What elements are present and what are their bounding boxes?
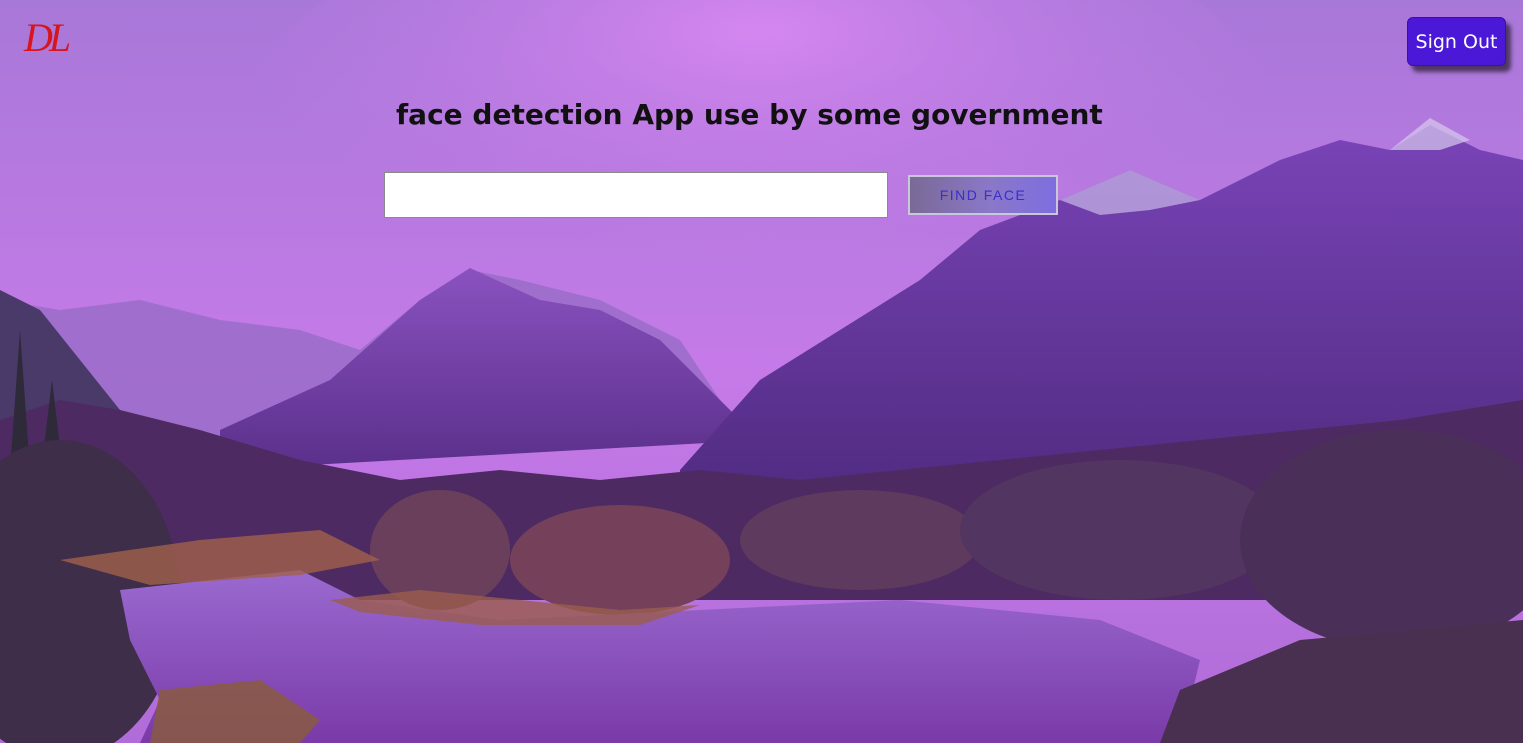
dl-logo: DL (24, 15, 71, 60)
sign-out-button[interactable]: Sign Out (1407, 17, 1506, 66)
image-url-input[interactable] (384, 172, 888, 218)
page-title: face detection App use by some governmen… (396, 98, 1103, 131)
find-face-button[interactable]: FIND FACE (908, 175, 1058, 215)
